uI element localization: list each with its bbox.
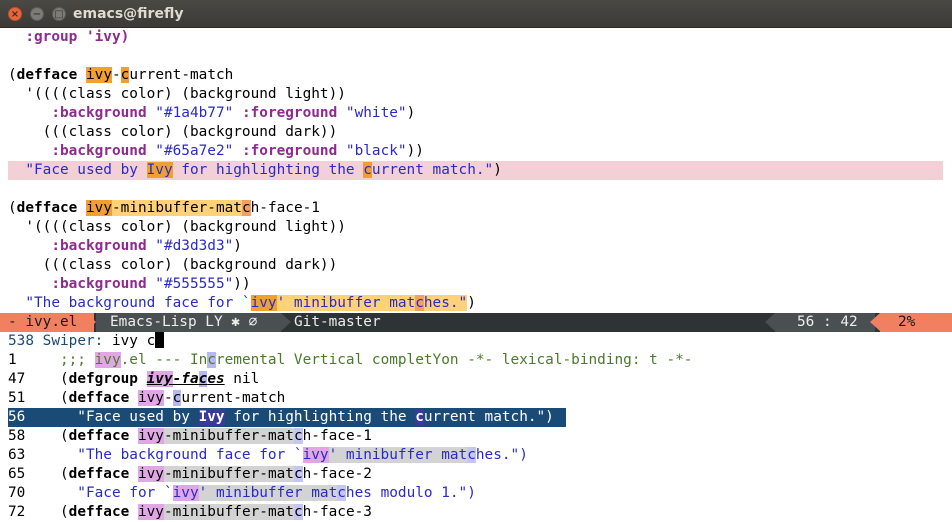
separator-icon [86,313,96,331]
window-titlebar: × − □ emacs@firefly [0,0,952,28]
code-line: :background "#555555")) [51,276,251,292]
code-line: :background "#65a7e2" :foreground "black… [51,143,424,159]
code-line: '((((class color) (background light)) [8,86,346,102]
swiper-candidate[interactable]: 72 (defface ivy-minibuffer-match-face-3 [8,503,372,522]
code-line: :group 'ivy) [8,29,130,45]
swiper-candidate[interactable]: 65 (defface ivy-minibuffer-match-face-2 [8,465,372,484]
code-line: '((((class color) (background light)) [8,219,346,235]
major-mode[interactable]: Emacs-Lisp LY ✱ ⌀ [96,313,281,332]
vc-branch[interactable]: Git-master [294,313,381,332]
buffer-percent: 2% [880,313,952,332]
cursor-position: 56 : 42 [775,313,875,332]
code-line: (defface ivy-current-match [8,67,234,83]
match-count: 538 [8,333,34,349]
swiper-input[interactable]: ivy c [112,333,155,349]
code-line: :background "#1a4b77" :foreground "white… [51,105,416,121]
swiper-candidate[interactable]: 58 (defface ivy-minibuffer-match-face-1 [8,427,372,446]
swiper-candidate[interactable]: 47 (defgroup ivy-faces nil [8,370,259,389]
swiper-candidate[interactable]: 70 "Face for `ivy' minibuffer matches mo… [8,484,476,503]
mode-indicator-icons: ✱ ⌀ [231,314,258,330]
minimize-icon[interactable]: − [30,7,44,21]
swiper-candidate[interactable]: 63 "The background face for `ivy' minibu… [8,446,528,465]
code-line: "The background face for `ivy' minibuffe… [25,295,476,311]
mode-line: - ivy.el Emacs-Lisp LY ✱ ⌀ Git-master 56… [0,313,952,332]
text-cursor [155,332,165,348]
code-line: (((class color) (background dark)) [8,124,338,140]
close-icon[interactable]: × [8,7,22,21]
code-line: (defface ivy-minibuffer-match-face-1 [8,200,320,216]
buffer-name[interactable]: - ivy.el [0,313,94,332]
code-line: (((class color) (background dark)) [8,257,338,273]
swiper-candidate[interactable]: 1 ;;; ivy.el --- Incremental Vertical co… [8,351,692,370]
swiper-prompt-line: 538 Swiper: ivy c [8,332,165,351]
separator-icon [765,313,775,331]
code-line: :background "#d3d3d3") [51,238,242,254]
maximize-icon[interactable]: □ [52,7,66,21]
swiper-selected-candidate[interactable]: 56 "Face used by Ivy for highlighting th… [8,408,566,427]
swiper-prompt: Swiper: [34,333,112,349]
separator-icon [870,313,880,331]
current-line: "Face used by Ivy for highlighting the c… [8,161,943,180]
swiper-candidate[interactable]: 51 (defface ivy-current-match [8,389,285,408]
window-title: emacs@firefly [73,6,184,22]
separator-icon [281,313,291,331]
